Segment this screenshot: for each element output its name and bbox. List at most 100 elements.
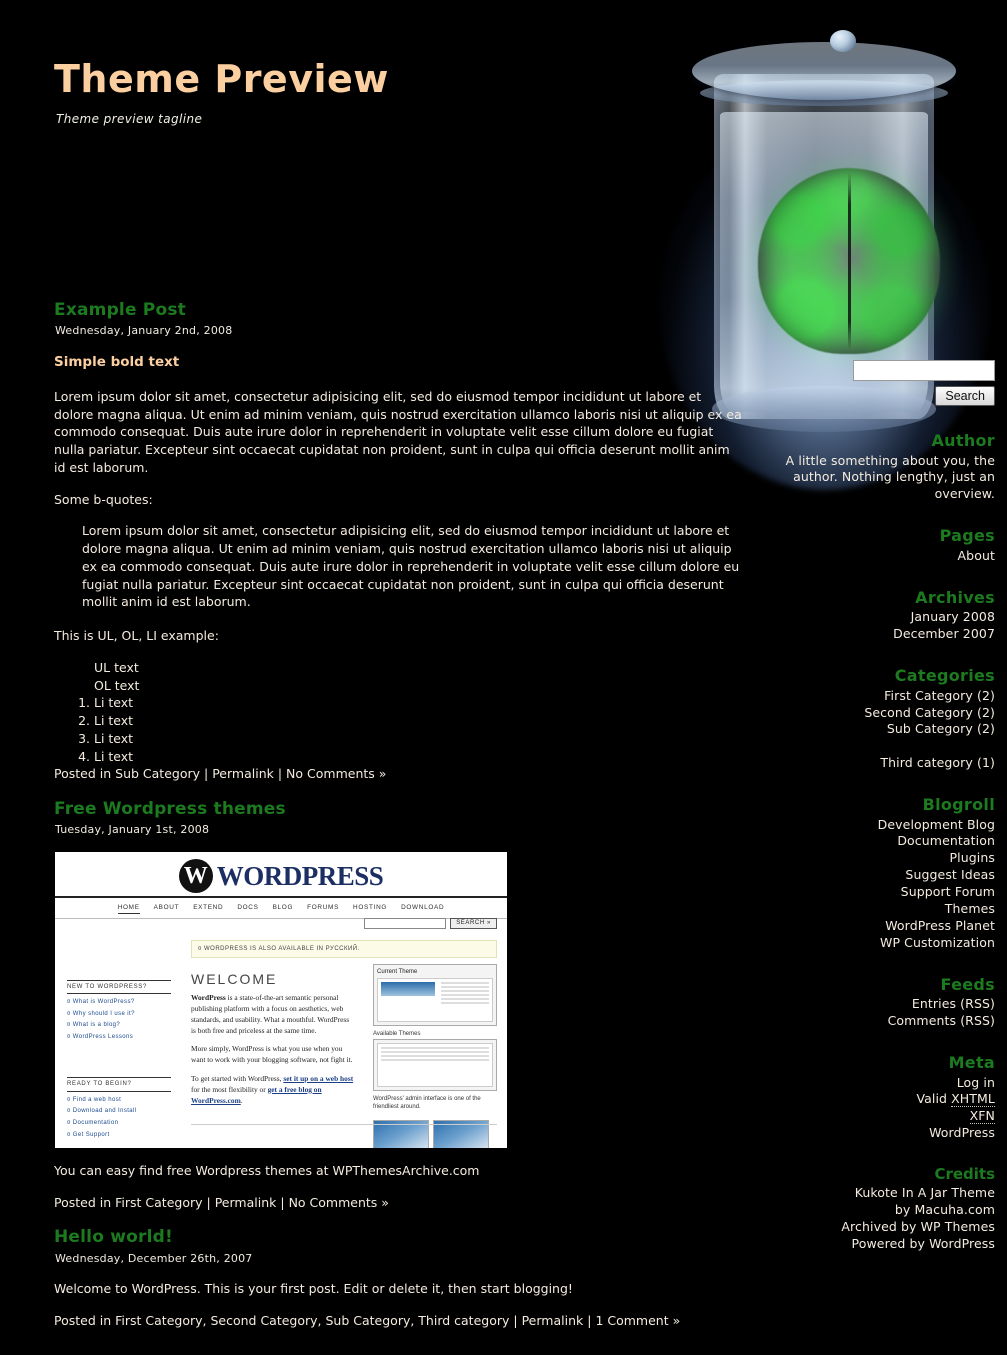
list-item[interactable]: Second Category (2) xyxy=(765,705,995,722)
sidebar-link[interactable]: Suggest Ideas xyxy=(905,867,995,882)
list-item[interactable]: Log in xyxy=(765,1075,995,1092)
demo-ordered-list: Li text Li text Li text Li text xyxy=(72,694,744,765)
post-category-link[interactable]: First Category xyxy=(115,1195,202,1210)
list-item[interactable]: Valid XHTML xyxy=(765,1091,995,1108)
post-date: Tuesday, January 1st, 2008 xyxy=(55,823,210,837)
meta-separator: | xyxy=(204,766,209,782)
credits-line-2[interactable]: by Macuha.com xyxy=(765,1202,995,1219)
jar-lid-rim xyxy=(700,80,948,106)
wp-left-column: NEW TO WORDPRESS? ¤ What is WordPress? ¤… xyxy=(67,979,171,1142)
sidebar-heading-meta: Meta xyxy=(948,1052,995,1072)
list-item[interactable]: Development Blog xyxy=(765,817,995,834)
comments-link[interactable]: 1 Comment » xyxy=(595,1313,680,1328)
posted-in-label: Posted in xyxy=(54,1194,112,1210)
brain-icon xyxy=(758,168,940,354)
list-item[interactable]: December 2007 xyxy=(765,626,995,643)
list-item[interactable]: WordPress xyxy=(765,1125,995,1142)
wp-left-head-1: NEW TO WORDPRESS? xyxy=(67,979,171,995)
valid-xhtml-link[interactable]: Valid XHTML xyxy=(916,1091,995,1108)
sidebar-link[interactable]: December 2007 xyxy=(893,626,995,641)
wp-nav-item: FORUMS xyxy=(307,903,340,911)
credits-line-1[interactable]: Kukote In A Jar Theme xyxy=(765,1185,995,1202)
comments-rss-link[interactable]: Comments (RSS) xyxy=(888,1013,995,1028)
wordpress-link[interactable]: WordPress xyxy=(929,1125,995,1140)
list-item[interactable]: Comments (RSS) xyxy=(765,1013,995,1030)
permalink-link[interactable]: Permalink xyxy=(522,1313,584,1328)
list-item[interactable]: Entries (RSS) xyxy=(765,996,995,1013)
sidebar-link[interactable]: WP Customization xyxy=(880,935,995,950)
wp-main-column: WordPress is a state-of-the-art semantic… xyxy=(191,992,355,1113)
list-item[interactable]: First Category (2) xyxy=(765,688,995,705)
post-body: Welcome to WordPress. This is your first… xyxy=(54,1280,744,1330)
list-item[interactable]: WordPress Planet xyxy=(765,918,995,935)
post-category-link[interactable]: First Category, Second Category, Sub Cat… xyxy=(115,1313,509,1328)
blogroll-list: Development Blog Documentation Plugins S… xyxy=(765,817,995,952)
list-item[interactable]: Themes xyxy=(765,901,995,918)
post-title[interactable]: Hello world! xyxy=(54,1225,744,1249)
wp-lead-word: WordPress xyxy=(191,992,226,1002)
feeds-list: Entries (RSS) Comments (RSS) xyxy=(765,996,995,1030)
permalink-link[interactable]: Permalink xyxy=(212,766,274,781)
list-item[interactable]: Suggest Ideas xyxy=(765,867,995,884)
credits-line-3[interactable]: Archived by WP Themes xyxy=(765,1219,995,1236)
sidebar-link[interactable]: Plugins xyxy=(950,850,995,865)
wp-search-button: SEARCH » xyxy=(450,917,497,929)
sidebar-block-meta: Meta Log in Valid XHTML XFN WordPress xyxy=(765,1052,995,1142)
sidebar-block-author: Author A little something about you, the… xyxy=(765,430,995,503)
list-item[interactable]: Support Forum xyxy=(765,884,995,901)
wp-admin-caption: WordPress' admin interface is one of the… xyxy=(373,1095,481,1111)
list-item[interactable]: XFN xyxy=(765,1108,995,1125)
list-item[interactable]: January 2008 xyxy=(765,609,995,626)
post-title[interactable]: Free Wordpress themes xyxy=(54,797,744,821)
sidebar-link[interactable]: WordPress Planet xyxy=(885,918,995,933)
sidebar-link[interactable]: First Category (2) xyxy=(884,688,995,703)
permalink-link[interactable]: Permalink xyxy=(215,1195,277,1210)
demo-unordered-list: UL text xyxy=(80,659,744,677)
wp-divider xyxy=(191,1123,497,1125)
posted-in-label: Posted in xyxy=(54,1312,112,1328)
post-date: Wednesday, December 26th, 2007 xyxy=(55,1251,253,1265)
archives-list: January 2008 December 2007 xyxy=(765,609,995,643)
wp-card-title: Current Theme xyxy=(377,968,418,975)
wp-nav-item: HOSTING xyxy=(353,903,388,911)
comments-link[interactable]: No Comments » xyxy=(289,1195,389,1210)
sidebar-link[interactable]: About xyxy=(958,548,995,563)
site-title[interactable]: Theme Preview xyxy=(54,60,389,98)
sidebar-link[interactable]: Development Blog xyxy=(878,817,995,832)
sidebar-item-about[interactable]: About xyxy=(765,548,995,565)
list-item[interactable]: Plugins xyxy=(765,850,995,867)
sidebar-link[interactable]: Documentation xyxy=(897,833,995,848)
search-input[interactable] xyxy=(853,360,995,381)
list-item[interactable]: Third category (1) xyxy=(765,755,995,772)
credits-line-4[interactable]: Powered by WordPress xyxy=(765,1236,995,1253)
list-item: Li text xyxy=(94,730,744,748)
search-button[interactable]: Search xyxy=(935,386,995,406)
list-item[interactable]: Sub Category (2) xyxy=(765,721,995,738)
post-title[interactable]: Example Post xyxy=(54,298,744,322)
sidebar-link[interactable]: Themes xyxy=(945,901,995,916)
post-free-wordpress-themes: Free Wordpress themes Tuesday, January 1… xyxy=(54,797,744,1211)
xhtml-abbr: XHTML xyxy=(951,1091,995,1108)
search-form: Search xyxy=(765,360,995,406)
post-paragraph: You can easy find free Wordpress themes … xyxy=(54,1162,480,1178)
comments-link[interactable]: No Comments » xyxy=(286,766,386,781)
sidebar-link[interactable]: Third category (1) xyxy=(880,755,995,770)
list-item[interactable]: WP Customization xyxy=(765,935,995,952)
sidebar-link[interactable]: Sub Category (2) xyxy=(887,721,995,736)
sidebar-heading-pages: Pages xyxy=(939,526,995,546)
brain-midline xyxy=(848,172,851,350)
login-link[interactable]: Log in xyxy=(957,1075,995,1090)
list-item[interactable]: Documentation xyxy=(765,833,995,850)
wp-nav-item: DOCS xyxy=(237,903,259,911)
post-category-link[interactable]: Sub Category xyxy=(115,766,200,781)
xfn-link[interactable]: XFN xyxy=(969,1108,995,1125)
sidebar-link[interactable]: Second Category (2) xyxy=(864,705,995,720)
sidebar-link[interactable]: Support Forum xyxy=(901,884,995,899)
wp-nav-item: ABOUT xyxy=(153,903,180,911)
sidebar-link[interactable]: January 2008 xyxy=(911,609,995,624)
meta-list: Log in Valid XHTML XFN WordPress xyxy=(765,1075,995,1143)
meta-separator: | xyxy=(277,766,283,782)
entries-rss-link[interactable]: Entries (RSS) xyxy=(912,996,995,1011)
sidebar-heading-archives: Archives xyxy=(915,587,995,607)
wp-left-item: ¤ Documentation xyxy=(67,1120,119,1126)
